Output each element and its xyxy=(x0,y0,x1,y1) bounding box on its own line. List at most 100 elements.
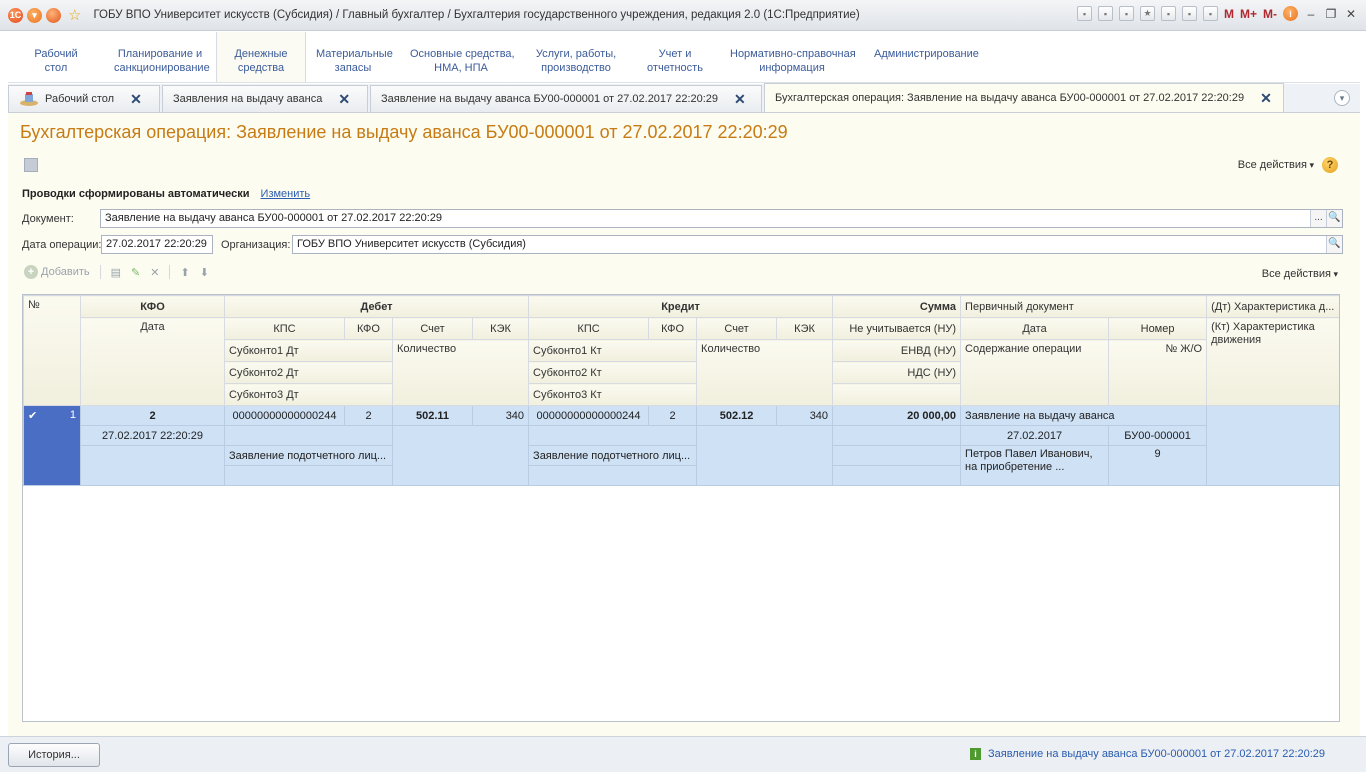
organization-field[interactable]: ГОБУ ВПО Университет искусств (Субсидия)… xyxy=(292,235,1343,254)
cell-kfo[interactable]: 2 xyxy=(80,405,225,426)
calendar-icon[interactable]: ▪ xyxy=(1202,6,1218,21)
cell-pd-date[interactable]: 27.02.2017 xyxy=(960,425,1110,446)
tabs-dropdown-icon[interactable]: ▾ xyxy=(1334,90,1350,106)
favorites-star-icon[interactable]: ☆ xyxy=(68,6,81,24)
col-subkonto2-kt[interactable]: Субконто2 Кт xyxy=(528,361,698,384)
col-dt-kfo[interactable]: КФО xyxy=(344,317,393,340)
info-icon[interactable]: i xyxy=(1283,6,1298,21)
cell-nds[interactable] xyxy=(832,465,962,486)
delete-icon[interactable]: ✕ xyxy=(150,266,159,279)
col-pd-number[interactable]: Номер xyxy=(1108,317,1208,340)
history-button[interactable]: История... xyxy=(8,743,100,767)
app-logo-icon[interactable]: 1C xyxy=(8,7,23,23)
move-up-icon[interactable]: ⬆ xyxy=(180,266,189,279)
open-search-icon[interactable]: 🔍 xyxy=(1326,210,1342,227)
col-subkonto1-kt[interactable]: Субконто1 Кт xyxy=(528,339,698,362)
cell-dt-kfo[interactable]: 2 xyxy=(344,405,393,426)
cell-date[interactable]: 27.02.2017 22:20:29 xyxy=(80,425,225,446)
col-journal-number[interactable]: № Ж/О xyxy=(1108,339,1208,406)
section-desktop[interactable]: Рабочий стол xyxy=(8,32,104,82)
cell-kt-kps[interactable]: 00000000000000244 xyxy=(528,405,650,426)
col-dt-kps[interactable]: КПС xyxy=(224,317,345,340)
col-subkonto3-kt[interactable]: Субконто3 Кт xyxy=(528,383,698,406)
cell-content[interactable]: Петров Павел Иванович, на приобретение .… xyxy=(960,445,1110,486)
main-menu-icon[interactable]: ▾ xyxy=(27,7,42,23)
save-icon[interactable] xyxy=(24,158,38,172)
edit-pencil-icon[interactable]: ✎ xyxy=(131,266,140,279)
cell-kt-subkonto2[interactable] xyxy=(528,465,698,486)
col-envd[interactable]: ЕНВД (НУ) xyxy=(832,339,962,362)
col-kt-kfo[interactable]: КФО xyxy=(648,317,698,340)
col-kt-quantity[interactable]: Количество xyxy=(696,339,834,406)
select-button[interactable]: ... xyxy=(1310,210,1326,227)
tab-accounting-operation[interactable]: Бухгалтерская операция: Заявление на выд… xyxy=(764,83,1284,112)
col-content[interactable]: Содержание операции xyxy=(960,339,1110,406)
cell-sum[interactable]: 20 000,00 xyxy=(832,405,962,426)
col-kt-kps[interactable]: КПС xyxy=(528,317,650,340)
col-not-counted[interactable]: Не учитывается (НУ) xyxy=(832,317,962,340)
preview-tool-icon[interactable]: ▪ xyxy=(1118,6,1134,21)
col-dt-quantity[interactable]: Количество xyxy=(391,339,530,406)
cell-date-empty[interactable] xyxy=(80,445,225,486)
section-administration[interactable]: Администрирование xyxy=(864,32,988,82)
table-all-actions-menu[interactable]: Все действия xyxy=(1262,268,1338,280)
col-subkonto2-dt[interactable]: Субконто2 Дт xyxy=(224,361,393,384)
col-dt-characteristic[interactable]: (Дт) Характеристика д... xyxy=(1206,295,1339,318)
calculator-icon[interactable]: ▪ xyxy=(1181,6,1197,21)
cell-dt-account[interactable]: 502.11 xyxy=(392,405,473,426)
table-row[interactable]: ✔ 1 2 00000000000000244 2 502.11 340 000… xyxy=(23,405,1339,486)
close-tab-icon[interactable]: ✕ xyxy=(130,91,142,108)
cell-dt-empty[interactable] xyxy=(224,425,393,446)
minimize-icon[interactable]: – xyxy=(1304,7,1318,21)
restore-icon[interactable]: ❐ xyxy=(1324,7,1338,21)
section-materials[interactable]: Материальные запасы xyxy=(306,32,400,82)
help-icon[interactable]: ? xyxy=(1322,157,1338,173)
tab-advance-document[interactable]: Заявление на выдачу аванса БУ00-000001 о… xyxy=(370,85,762,112)
move-down-icon[interactable]: ⬇ xyxy=(200,266,209,279)
operation-date-field[interactable]: 27.02.2017 22:20:29 xyxy=(101,235,213,254)
col-sum[interactable]: Сумма xyxy=(832,295,962,318)
close-tab-icon[interactable]: ✕ xyxy=(338,91,350,108)
organization-search-icon[interactable]: 🔍 xyxy=(1326,236,1342,253)
col-subkonto3-dt[interactable]: Субконто3 Дт xyxy=(224,383,393,406)
memory-mplus-button[interactable]: M+ xyxy=(1240,7,1257,21)
tab-advance-list[interactable]: Заявления на выдачу аванса ✕ xyxy=(162,85,368,112)
copy-icon[interactable]: ▤ xyxy=(111,266,121,279)
col-pd-date[interactable]: Дата xyxy=(960,317,1110,340)
col-date[interactable]: Дата xyxy=(80,317,225,406)
print-tool-icon[interactable]: ▪ xyxy=(1097,6,1113,21)
col-dt-account[interactable]: Счет xyxy=(392,317,473,340)
save-tool-icon[interactable]: ▪ xyxy=(1076,6,1092,21)
col-kt-characteristic[interactable]: (Кт) Характеристика движения xyxy=(1206,317,1339,406)
cell-primary-document[interactable]: Заявление на выдачу аванса xyxy=(960,405,1208,426)
col-kfo[interactable]: КФО xyxy=(80,295,225,318)
cell-dt-quantity[interactable] xyxy=(391,425,530,486)
close-window-icon[interactable]: ✕ xyxy=(1344,7,1358,21)
document-field[interactable]: Заявление на выдачу аванса БУ00-000001 о… xyxy=(100,209,1343,228)
cell-dt-kps[interactable]: 00000000000000244 xyxy=(224,405,345,426)
cell-kt-account[interactable]: 502.12 xyxy=(696,405,778,426)
cell-dt-subkonto2[interactable] xyxy=(224,465,393,486)
section-reference[interactable]: Нормативно-справочная информация xyxy=(720,32,864,82)
col-kt-account[interactable]: Счет xyxy=(696,317,778,340)
col-subkonto1-dt[interactable]: Субконто1 Дт xyxy=(224,339,393,362)
section-accounting[interactable]: Учет и отчетность xyxy=(630,32,720,82)
cell-not-counted[interactable] xyxy=(832,425,962,446)
favorite-tool-icon[interactable]: ★ xyxy=(1139,6,1155,21)
close-tab-icon[interactable]: ✕ xyxy=(734,91,746,108)
all-actions-menu[interactable]: Все действия xyxy=(1238,159,1314,171)
section-services[interactable]: Услуги, работы, производство xyxy=(522,32,630,82)
cell-characteristic[interactable] xyxy=(1206,405,1339,486)
cell-pd-number[interactable]: БУ00-000001 xyxy=(1108,425,1208,446)
cell-kt-subkonto1[interactable]: Заявление подотчетного лиц... xyxy=(528,445,698,466)
section-fixed-assets[interactable]: Основные средства, НМА, НПА xyxy=(400,32,522,82)
col-kt-kek[interactable]: КЭК xyxy=(776,317,834,340)
cell-dt-kek[interactable]: 340 xyxy=(471,405,530,426)
cell-dt-subkonto1[interactable]: Заявление подотчетного лиц... xyxy=(224,445,393,466)
close-tab-icon[interactable]: ✕ xyxy=(1260,90,1272,107)
cell-journal-number[interactable]: 9 xyxy=(1108,445,1208,486)
cell-kt-kek[interactable]: 340 xyxy=(776,405,834,426)
add-button[interactable]: + Добавить xyxy=(24,265,90,279)
status-message[interactable]: i Заявление на выдачу аванса БУ00-000001… xyxy=(970,748,1325,760)
cell-kt-quantity[interactable] xyxy=(696,425,834,486)
